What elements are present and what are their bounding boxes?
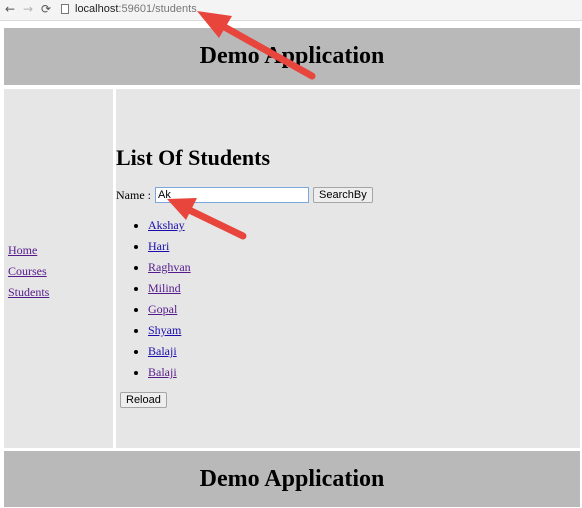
student-link[interactable]: Balaji [148, 344, 177, 358]
list-item: Gopal [148, 299, 191, 320]
forward-arrow-icon[interactable]: → [20, 1, 36, 17]
student-link[interactable]: Balaji [148, 365, 177, 379]
student-link[interactable]: Milind [148, 281, 181, 295]
list-item: Raghvan [148, 257, 191, 278]
sidebar-item-students[interactable]: Students [8, 282, 49, 303]
header-title: Demo Application [199, 43, 385, 69]
page-title: List Of Students [116, 145, 271, 170]
list-item: Akshay [148, 215, 191, 236]
sidebar-links: Home Courses Students [8, 240, 49, 303]
url-host: localhost [75, 3, 119, 15]
browser-toolbar: ← → ⟳ localhost:59601/students [0, 0, 582, 21]
list-item: Milind [148, 278, 191, 299]
list-item: Balaji [148, 341, 191, 362]
main-content: List Of Students Name : SearchBy Akshay … [116, 89, 580, 448]
student-link[interactable]: Hari [148, 239, 169, 253]
footer-title: Demo Application [199, 466, 385, 492]
address-bar[interactable]: localhost:59601/students [75, 2, 197, 16]
page-header: Demo Application [4, 28, 580, 85]
back-arrow-icon[interactable]: ← [2, 1, 18, 17]
student-link[interactable]: Raghvan [148, 260, 191, 274]
student-link[interactable]: Gopal [148, 302, 177, 316]
search-row: Name : SearchBy [116, 186, 373, 204]
student-link[interactable]: Shyam [148, 323, 181, 337]
list-item: Hari [148, 236, 191, 257]
sidebar-item-courses[interactable]: Courses [8, 261, 49, 282]
sidebar: Home Courses Students [4, 89, 113, 448]
list-item: Shyam [148, 320, 191, 341]
sidebar-item-home[interactable]: Home [8, 240, 49, 261]
search-by-button[interactable]: SearchBy [313, 187, 373, 203]
url-path: :59601/students [118, 3, 197, 15]
page-footer: Demo Application [4, 451, 580, 507]
reload-icon[interactable]: ⟳ [38, 1, 54, 17]
reload-button[interactable]: Reload [120, 392, 167, 408]
student-list: Akshay Hari Raghvan Milind Gopal Shyam B… [134, 215, 191, 383]
page-icon [61, 4, 69, 14]
name-search-input[interactable] [155, 187, 309, 203]
list-item: Balaji [148, 362, 191, 383]
student-link[interactable]: Akshay [148, 218, 185, 232]
name-label: Name : [116, 188, 151, 202]
